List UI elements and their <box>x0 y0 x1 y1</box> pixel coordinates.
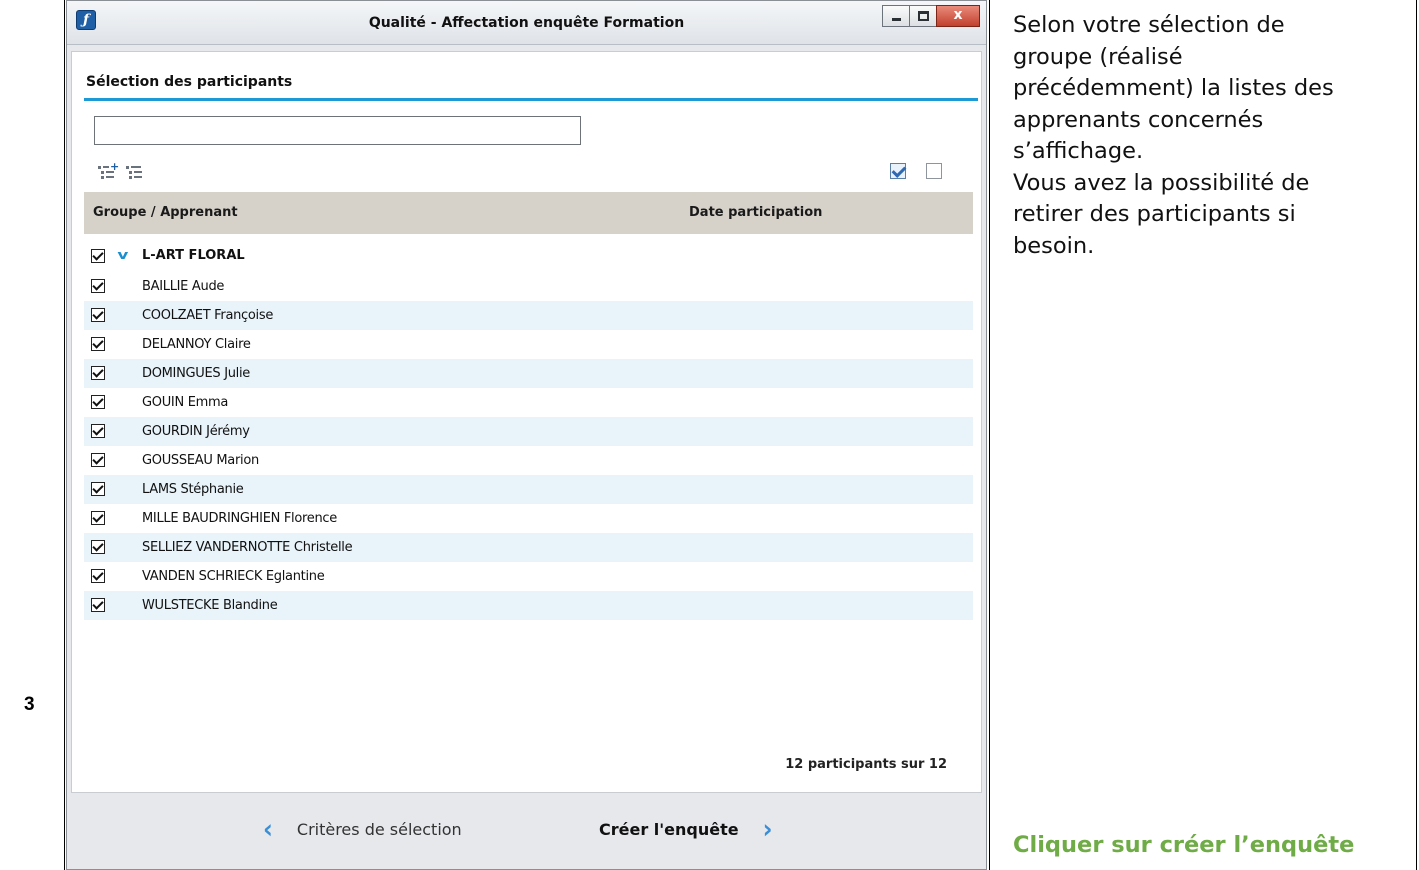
check-all-icon[interactable] <box>890 163 906 179</box>
participant-row[interactable]: VANDEN SCHRIECK Eglantine <box>84 562 973 591</box>
maximize-icon <box>918 11 929 21</box>
participants-tree: v L-ART FLORAL BAILLIE Aude COOLZAET Fran… <box>84 240 973 620</box>
section-divider <box>84 98 978 101</box>
participant-checkbox[interactable] <box>91 482 105 496</box>
participant-name: GOUSSEAU Marion <box>142 453 259 468</box>
close-icon: x <box>953 7 963 23</box>
participant-checkbox[interactable] <box>91 366 105 380</box>
participant-name: WULSTECKE Blandine <box>142 598 278 613</box>
group-name: L-ART FLORAL <box>142 248 245 263</box>
create-survey-button[interactable]: Créer l'enquête › <box>599 813 773 845</box>
create-survey-label: Créer l'enquête <box>599 819 739 839</box>
title-bar[interactable]: ƒ Qualité - Affectation enquête Formatio… <box>67 1 986 45</box>
uncheck-all-icon[interactable] <box>926 163 942 179</box>
group-checkbox[interactable] <box>91 249 105 263</box>
participant-row[interactable]: MILLE BAUDRINGHIEN Florence <box>84 504 973 533</box>
section-title: Sélection des participants <box>86 74 293 90</box>
minimize-icon <box>892 18 901 21</box>
doc-table-border-right <box>989 0 990 870</box>
participant-row[interactable]: BAILLIE Aude <box>84 272 973 301</box>
column-header-date[interactable]: Date participation <box>689 205 822 220</box>
instruction-cta: Cliquer sur créer l’enquête <box>1013 832 1355 858</box>
participant-row[interactable]: GOUSSEAU Marion <box>84 446 973 475</box>
instruction-text: Selon votre sélection de groupe (réalisé p… <box>1013 10 1413 262</box>
participant-name: DELANNOY Claire <box>142 337 251 352</box>
participant-row[interactable]: WULSTECKE Blandine <box>84 591 973 620</box>
participant-checkbox[interactable] <box>91 511 105 525</box>
chevron-right-icon: › <box>762 813 773 845</box>
participant-row[interactable]: GOUIN Emma <box>84 388 973 417</box>
chevron-down-icon[interactable]: v <box>117 248 128 262</box>
group-row[interactable]: v L-ART FLORAL <box>84 240 973 272</box>
minimize-button[interactable] <box>882 5 910 27</box>
instruction-line: groupe (réalisé <box>1013 43 1183 70</box>
column-header-group-learner[interactable]: Groupe / Apprenant <box>93 205 238 220</box>
doc-table-border-far-right <box>1416 0 1417 870</box>
participant-checkbox[interactable] <box>91 453 105 467</box>
participant-checkbox[interactable] <box>91 569 105 583</box>
participant-name: BAILLIE Aude <box>142 279 225 294</box>
participant-checkbox[interactable] <box>91 540 105 554</box>
doc-table-border-left <box>64 0 65 870</box>
instruction-line: apprenants concernés <box>1013 106 1264 133</box>
participant-row[interactable]: COOLZAET Françoise <box>84 301 973 330</box>
participant-name: SELLIEZ VANDERNOTTE Christelle <box>142 540 353 555</box>
participant-checkbox[interactable] <box>91 308 105 322</box>
instruction-line: retirer des participants si <box>1013 201 1296 227</box>
previous-step-button[interactable]: ‹ Critères de sélection <box>263 813 462 845</box>
participants-panel: Sélection des participants + Groupe / Ap… <box>71 51 982 793</box>
participant-checkbox[interactable] <box>91 424 105 438</box>
instruction-line: s’affichage. <box>1013 138 1144 164</box>
participant-count: 12 participants sur 12 <box>785 757 947 772</box>
collapse-all-icon[interactable] <box>126 164 146 182</box>
close-button[interactable]: x <box>936 5 980 27</box>
participant-checkbox[interactable] <box>91 279 105 293</box>
participant-checkbox[interactable] <box>91 337 105 351</box>
maximize-button[interactable] <box>909 5 937 27</box>
instruction-line: précédemment) la listes des <box>1013 75 1334 101</box>
expand-all-icon[interactable]: + <box>98 160 119 182</box>
participant-name: COOLZAET Françoise <box>142 308 274 323</box>
participant-name: VANDEN SCHRIECK Eglantine <box>142 569 325 584</box>
participant-name: DOMINGUES Julie <box>142 366 250 381</box>
table-header: Groupe / Apprenant Date participation <box>84 192 973 234</box>
instruction-line: Vous avez la possibilité de <box>1013 169 1310 196</box>
instruction-line: besoin. <box>1013 232 1095 259</box>
participant-row[interactable]: SELLIEZ VANDERNOTTE Christelle <box>84 533 973 562</box>
participant-row[interactable]: LAMS Stéphanie <box>84 475 973 504</box>
participant-name: MILLE BAUDRINGHIEN Florence <box>142 511 337 526</box>
participant-checkbox[interactable] <box>91 598 105 612</box>
participant-name: LAMS Stéphanie <box>142 482 244 497</box>
participant-row[interactable]: GOURDIN Jérémy <box>84 417 973 446</box>
search-input[interactable] <box>94 116 581 145</box>
participant-row[interactable]: DELANNOY Claire <box>84 330 973 359</box>
window-controls: x <box>882 5 980 27</box>
participant-row[interactable]: DOMINGUES Julie <box>84 359 973 388</box>
chevron-left-icon: ‹ <box>263 813 273 845</box>
window-title: Qualité - Affectation enquête Formation <box>368 15 685 31</box>
previous-step-label: Critères de sélection <box>296 819 462 839</box>
dialog-window: ƒ Qualité - Affectation enquête Formatio… <box>66 0 987 870</box>
step-number: 3 <box>24 694 35 715</box>
participant-checkbox[interactable] <box>91 395 105 409</box>
wizard-footer: ‹ Critères de sélection Créer l'enquête … <box>67 795 986 870</box>
participant-name: GOURDIN Jérémy <box>142 424 250 439</box>
instruction-line: Selon votre sélection de <box>1013 12 1285 38</box>
participant-name: GOUIN Emma <box>142 395 229 410</box>
